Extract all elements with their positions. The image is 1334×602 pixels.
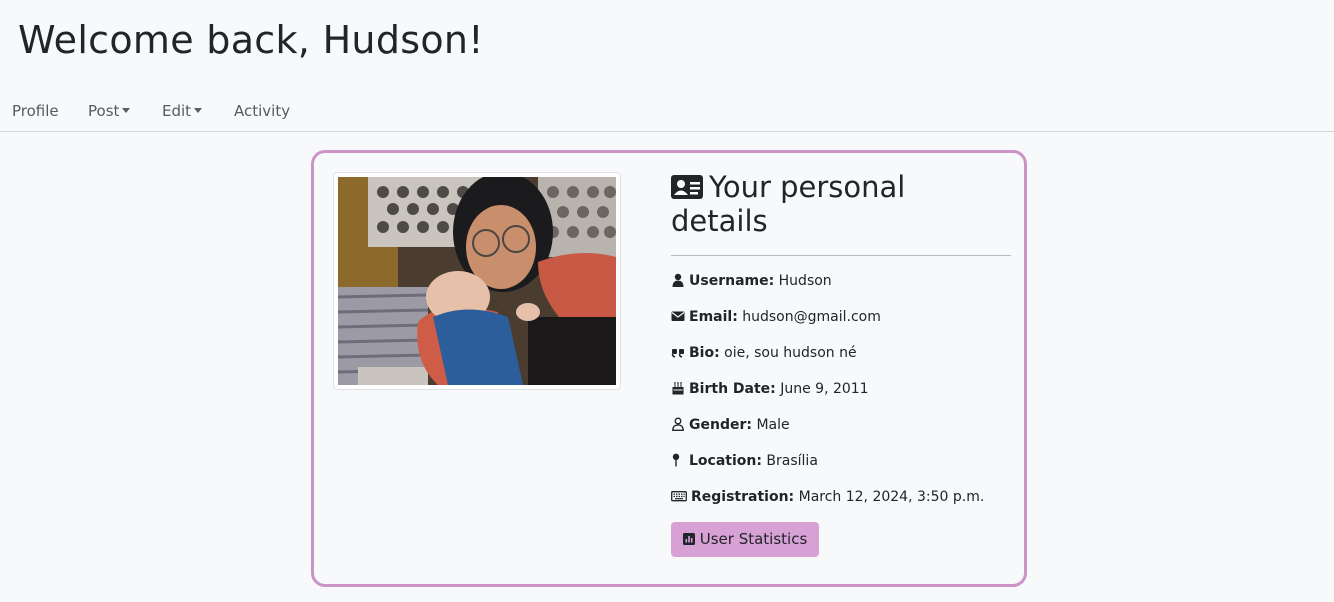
profile-photo-frame [333,172,621,390]
bio-value: oie, sou hudson né [724,345,857,361]
nav-post-dropdown[interactable]: Post [88,102,131,120]
email-label: Email: [689,309,738,325]
user-statistics-label: User Statistics [699,530,808,548]
profile-card: Your personal details Username: Hudson E… [311,150,1027,587]
registration-row: Registration: March 12, 2024, 3:50 p.m. [671,487,984,507]
username-row: Username: Hudson [671,271,832,291]
user-icon [672,273,684,287]
personal-details: Your personal details Username: Hudson E… [671,170,1011,557]
nav-post-label: Post [88,102,120,120]
map-pin-icon [672,453,680,467]
user-statistics-button[interactable]: User Statistics [671,522,819,557]
gender-row: Gender: Male [671,415,790,435]
birth-date-row: Birth Date: June 9, 2011 [671,379,869,399]
bio-label: Bio: [689,345,720,361]
profile-photo [338,177,616,385]
bar-chart-icon [682,533,695,545]
divider [671,255,1011,256]
nav-profile-link[interactable]: Profile [12,102,59,120]
person-outline-icon [672,417,684,431]
details-heading: Your personal details [671,170,1011,238]
chevron-down-icon [194,107,203,113]
email-row: Email: hudson@gmail.com [671,307,881,327]
main-navbar: Profile Post Edit Activity [0,90,1334,132]
nav-edit-label: Edit [162,102,192,120]
bio-row: Bio: oie, sou hudson né [671,343,857,363]
registration-label: Registration: [691,489,795,505]
chevron-down-icon [122,107,131,113]
envelope-icon [671,311,685,321]
birth-date-value: June 9, 2011 [780,381,869,397]
quote-icon [671,349,684,358]
gender-label: Gender: [689,417,752,433]
id-card-icon [671,175,703,199]
email-value: hudson@gmail.com [742,309,881,325]
details-heading-text: Your personal details [671,170,906,238]
nav-edit-dropdown[interactable]: Edit [162,102,203,120]
gender-value: Male [756,417,790,433]
location-label: Location: [689,453,762,469]
nav-activity-link[interactable]: Activity [234,102,290,120]
birthday-cake-icon [672,382,684,395]
birth-date-label: Birth Date: [689,381,776,397]
username-value: Hudson [778,273,832,289]
page-title: Welcome back, Hudson! [18,18,484,62]
registration-value: March 12, 2024, 3:50 p.m. [798,489,985,505]
keyboard-icon [671,491,687,502]
location-value: Brasília [766,453,818,469]
location-row: Location: Brasília [671,451,818,471]
username-label: Username: [689,273,775,289]
